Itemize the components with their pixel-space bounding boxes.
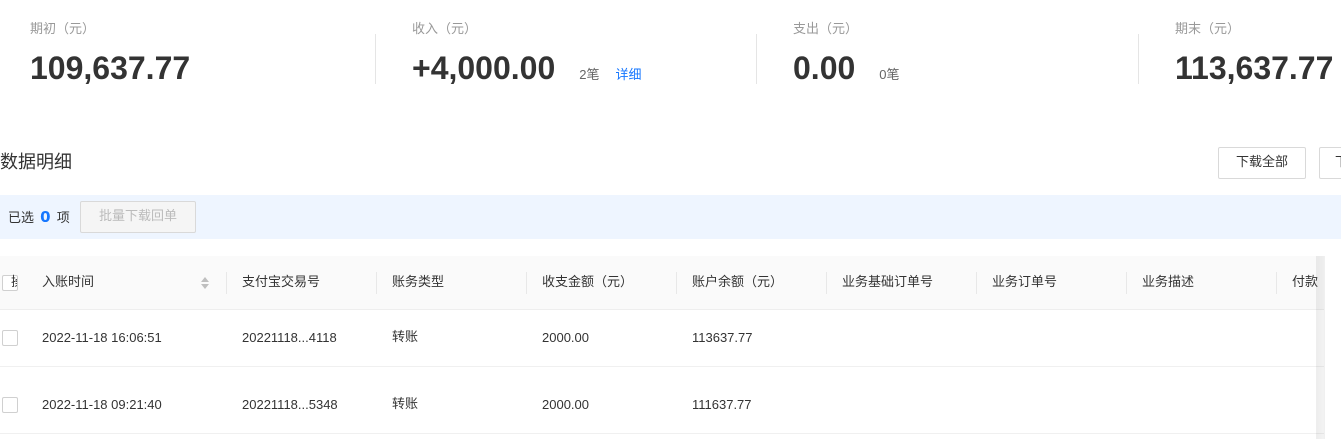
- column-header-payer: 付款: [1292, 275, 1319, 290]
- fixed-action-column: 操: [11, 256, 1341, 439]
- divider: [756, 34, 757, 84]
- column-header-time[interactable]: 入账时间: [42, 256, 94, 310]
- download-partial-button[interactable]: 下: [1319, 147, 1341, 179]
- income-value: +4,000.00: [412, 50, 556, 86]
- cell-time: 2022-11-18 16:06:51: [42, 330, 162, 345]
- income-label: 收入（元）: [412, 22, 478, 37]
- cell-trade-no[interactable]: 20221118...5348: [242, 377, 338, 433]
- column-header-amount: 收支金额（元）: [542, 275, 634, 290]
- cell-balance: 113637.77: [692, 330, 753, 345]
- column-header-description: 业务描述: [1142, 275, 1195, 290]
- column-separator: [826, 272, 827, 294]
- row-checkbox[interactable]: [2, 330, 18, 346]
- column-header-balance: 账户余额（元）: [692, 275, 784, 290]
- selection-prefix: 已选: [8, 211, 35, 226]
- column-header-order: 业务订单号: [992, 275, 1058, 290]
- selection-count: 0: [40, 208, 51, 226]
- summary-panel: 期初（元） 109,637.77 收入（元） +4,000.00 2笔 详细 支…: [0, 0, 1341, 110]
- cell-trade-no[interactable]: 20221118...4118: [242, 310, 337, 366]
- row-checkbox[interactable]: [2, 397, 18, 413]
- batch-download-receipt-button[interactable]: 批量下载回单: [80, 201, 196, 233]
- income-stat: 收入（元） +4,000.00 2笔 详细: [412, 20, 642, 95]
- opening-balance-label: 期初（元）: [30, 22, 96, 37]
- column-separator: [1276, 272, 1277, 294]
- cell-amount: 2000.00: [542, 330, 589, 345]
- selection-bar: 已选 0 项 批量下载回单: [0, 195, 1341, 239]
- closing-balance-value: 113,637.77: [1175, 50, 1334, 86]
- divider: [375, 34, 376, 84]
- cell-balance: 111637.77: [692, 397, 752, 412]
- cell-time: 2022-11-18 09:21:40: [42, 397, 162, 412]
- download-all-button[interactable]: 下载全部: [1218, 147, 1306, 179]
- column-separator: [1126, 272, 1127, 294]
- divider: [1138, 34, 1139, 84]
- expense-count: 0笔: [879, 67, 900, 82]
- income-detail-link[interactable]: 详细: [615, 55, 641, 95]
- section-title: 数据明细: [0, 152, 72, 173]
- column-header-action: 操: [11, 256, 17, 310]
- cell-amount: 2000.00: [542, 397, 589, 412]
- selection-suffix: 项: [56, 211, 70, 226]
- expense-label: 支出（元）: [793, 22, 859, 37]
- cell-type: 转账: [392, 330, 419, 345]
- closing-balance-stat: 期末（元） 113,637.77: [1175, 20, 1333, 88]
- column-separator: [376, 272, 377, 294]
- expense-value: 0.00: [793, 50, 856, 86]
- sort-icon[interactable]: [200, 276, 210, 290]
- table-row: 2022-11-18 09:21:40 20221118...5348 转账 2…: [0, 377, 1341, 434]
- cell-type: 转账: [392, 397, 419, 412]
- selection-status: 已选 0 项: [8, 207, 70, 229]
- table-row: 2022-11-18 16:06:51 20221118...4118 转账 2…: [0, 310, 1341, 367]
- table-header: 入账时间 支付宝交易号 账务类型 收支金额（元） 账户余额（元） 业务基础订单号…: [0, 256, 1341, 310]
- column-separator: [976, 272, 977, 294]
- column-header-type: 账务类型: [392, 275, 445, 290]
- column-separator: [226, 272, 227, 294]
- opening-balance-value: 109,637.77: [30, 50, 191, 86]
- income-count: 2笔: [579, 67, 600, 82]
- opening-balance-stat: 期初（元） 109,637.77: [30, 20, 190, 88]
- column-separator: [526, 272, 527, 294]
- expense-stat: 支出（元） 0.00 0笔: [793, 20, 900, 95]
- closing-balance-label: 期末（元）: [1175, 22, 1241, 37]
- column-header-base-order: 业务基础订单号: [842, 275, 934, 290]
- column-header-trade-no: 支付宝交易号: [242, 275, 321, 290]
- column-separator: [676, 272, 677, 294]
